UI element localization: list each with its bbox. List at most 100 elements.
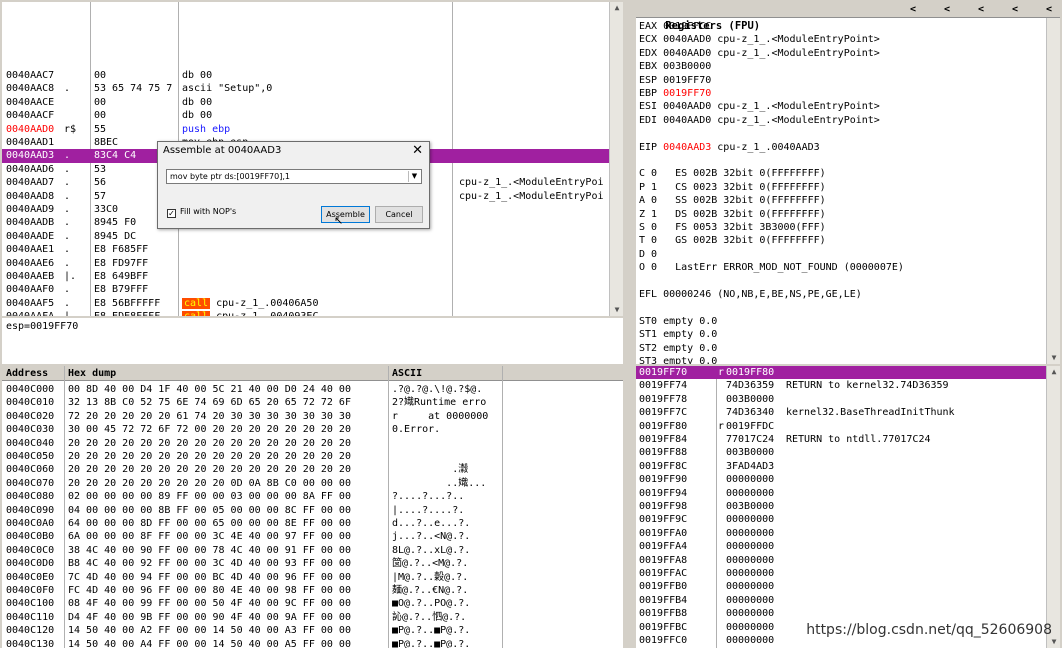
dump-row[interactable]: 0040C070 20 20 20 20 20 20 20 20 20 0D 0A… (2, 477, 623, 490)
dump-row[interactable]: 0040C110 D4 4F 40 00 9B FF 00 00 90 4F 40… (2, 611, 623, 624)
dump-row[interactable]: 0040C040 20 20 20 20 20 20 20 20 20 20 20… (2, 437, 623, 450)
disasm-row[interactable]: 0040AAE1. E8 F685FF (2, 243, 623, 256)
register-line[interactable]: O 0 LastErr ERROR_MOD_NOT_FOUND (0000007… (639, 261, 904, 274)
dump-row[interactable]: 0040C0B0 6A 00 00 00 8F FF 00 00 3C 4E 40… (2, 530, 623, 543)
dump-row[interactable]: 0040C030 30 00 45 72 72 6F 72 00 20 20 20… (2, 423, 623, 436)
disasm-row[interactable]: 0040AADE. 8945 DC (2, 230, 623, 243)
register-line[interactable]: EFL 00000246 (NO,NB,E,BE,NS,PE,GE,LE) (639, 288, 862, 301)
stack-scrollbar[interactable]: ▲ ▼ (1046, 366, 1060, 648)
disasm-flag: . (64, 284, 71, 296)
register-line[interactable]: S 0 FS 0053 32bit 3B3000(FFF) (639, 221, 826, 234)
dump-row[interactable]: 0040C0E0 7C 4D 40 00 94 FF 00 00 BC 4D 40… (2, 571, 623, 584)
register-line[interactable]: EDI 0040AAD0 cpu-z_1_.<ModuleEntryPoint> (639, 114, 880, 127)
dump-row[interactable]: 0040C060 20 20 20 20 20 20 20 20 20 20 20… (2, 463, 623, 476)
disasm-row[interactable]: 0040AAEB |. E8 649BFF (2, 270, 623, 283)
nav-left-icon[interactable]: < (940, 2, 954, 18)
dump-row[interactable]: 0040C0C0 38 4C 40 00 90 FF 00 00 78 4C 40… (2, 544, 623, 557)
hex-column-header[interactable]: Hex dump (68, 366, 116, 381)
scroll-up-icon[interactable]: ▲ (1047, 366, 1060, 378)
register-line[interactable]: ST1 empty 0.0 (639, 328, 717, 341)
register-line[interactable]: P 1 CS 0023 32bit 0(FFFFFFFF) (639, 181, 826, 194)
assemble-input-value[interactable]: mov byte ptr ds:[0019FF70],1 (170, 172, 290, 181)
nav-left-icon[interactable]: < (906, 2, 920, 18)
nav-left-icon[interactable]: < (1042, 2, 1056, 18)
register-line[interactable]: EAX 0019FFCC (639, 20, 711, 33)
stack-row[interactable]: 0019FF98 003B0000 (636, 500, 1060, 513)
stack-row[interactable]: 0019FF7C 74D36340 kernel32.BaseThreadInitT… (636, 406, 1060, 419)
dump-row[interactable]: 0040C080 02 00 00 00 00 89 FF 00 00 03 00… (2, 490, 623, 503)
register-line[interactable]: EIP 0040AAD3 cpu-z_1_.0040AAD3 (639, 141, 820, 154)
register-line[interactable]: Z 1 DS 002B 32bit 0(FFFFFFFF) (639, 208, 826, 221)
register-line[interactable]: ECX 0040AAD0 cpu-z_1_.<ModuleEntryPoint> (639, 33, 880, 46)
address-column-header[interactable]: Address (6, 366, 48, 381)
dump-row[interactable]: 0040C050 20 20 20 20 20 20 20 20 20 20 20… (2, 450, 623, 463)
registers-pane[interactable]: Registers (FPU) < < < < < EAX 0019FFCC ECX 00… (636, 2, 1060, 364)
stack-row[interactable]: 0019FF9C 00000000 (636, 513, 1060, 526)
dump-row[interactable]: 0040C0A0 64 00 00 00 8D FF 00 00 65 00 00… (2, 517, 623, 530)
stack-row[interactable]: 0019FF74 74D36359 RETURN to kernel32.74D36… (636, 379, 1060, 392)
stack-row[interactable]: 0019FFB4 00000000 (636, 594, 1060, 607)
stack-row[interactable]: 0019FF90 00000000 (636, 473, 1060, 486)
dump-row[interactable]: 0040C130 14 50 40 00 A4 FF 00 00 14 50 40… (2, 638, 623, 648)
nav-left-icon[interactable]: < (1008, 2, 1022, 18)
disasm-row[interactable]: 0040AAC8. 53 65 74 75 7 ascii "Setup",0 (2, 82, 623, 95)
disasm-row[interactable]: 0040AAFA |. E8 EDE8FFFF call cpu-z_1_.00409… (2, 310, 623, 316)
dump-row[interactable]: 0040C100 08 4F 40 00 99 FF 00 00 50 4F 40… (2, 597, 623, 610)
register-line[interactable]: EBP 0019FF70 (639, 87, 711, 100)
register-line[interactable]: EDX 0040AAD0 cpu-z_1_.<ModuleEntryPoint> (639, 47, 880, 60)
stack-pane[interactable]: 0019FF70 r 0019FF80 0019FF74 74D36359 RETURN … (636, 366, 1060, 648)
stack-row[interactable]: 0019FF94 00000000 (636, 487, 1060, 500)
dump-row[interactable]: 0040C000 00 8D 40 00 D4 1F 40 00 5C 21 40… (2, 383, 623, 396)
assemble-button[interactable]: Assemble (321, 206, 370, 223)
dump-row[interactable]: 0040C0F0 FC 4D 40 00 96 FF 00 00 80 4E 40… (2, 584, 623, 597)
register-line[interactable]: ST0 empty 0.0 (639, 315, 717, 328)
register-line[interactable]: A 0 SS 002B 32bit 0(FFFFFFFF) (639, 194, 826, 207)
dump-row[interactable]: 0040C010 32 13 8B C0 52 75 6E 74 69 6D 65… (2, 396, 623, 409)
disasm-row[interactable]: 0040AAC7 00 db 00 (2, 69, 623, 82)
disasm-row[interactable]: 0040AAD0 r$ 55 push ebp (2, 123, 623, 136)
nav-left-icon[interactable]: < (974, 2, 988, 18)
cancel-button[interactable]: Cancel (375, 206, 423, 223)
register-line[interactable]: T 0 GS 002B 32bit 0(FFFFFFFF) (639, 234, 826, 247)
scroll-up-icon[interactable]: ▲ (610, 2, 623, 14)
stack-row[interactable]: 0019FFA4 00000000 (636, 540, 1060, 553)
assemble-dialog[interactable]: Assemble at 0040AAD3 ✕ mov byte ptr ds:[… (157, 141, 430, 229)
disasm-row[interactable]: 0040AAE6. E8 FD97FF (2, 257, 623, 270)
stack-row[interactable]: 0019FF80 r 0019FFDC (636, 420, 1060, 433)
ascii-column-header[interactable]: ASCII (392, 366, 422, 381)
register-line[interactable]: ESP 0019FF70 (639, 74, 711, 87)
cpu-scrollbar[interactable]: ▲ ▼ (609, 2, 623, 316)
stack-row[interactable]: 0019FF78 003B0000 (636, 393, 1060, 406)
stack-row[interactable]: 0019FFA8 00000000 (636, 554, 1060, 567)
assemble-input[interactable]: mov byte ptr ds:[0019FF70],1 ▼ (166, 169, 422, 184)
chevron-down-icon[interactable]: ▼ (408, 171, 420, 182)
disasm-row[interactable]: 0040AACF 00 db 00 (2, 109, 623, 122)
hex-dump-pane[interactable]: Address Hex dump ASCII 0040C000 00 8D 40 … (2, 366, 623, 648)
register-line[interactable]: C 0 ES 002B 32bit 0(FFFFFFFF) (639, 167, 826, 180)
stack-row[interactable]: 0019FFA0 00000000 (636, 527, 1060, 540)
scroll-down-icon[interactable]: ▼ (1047, 352, 1060, 364)
register-line[interactable]: ST3 empty 0.0 (639, 355, 717, 364)
registers-scrollbar[interactable]: ▼ (1046, 18, 1060, 364)
register-line[interactable]: ST2 empty 0.0 (639, 342, 717, 355)
stack-row[interactable]: 0019FF84 77017C24 RETURN to ntdll.77017C24 (636, 433, 1060, 446)
dump-row[interactable]: 0040C120 14 50 40 00 A2 FF 00 00 14 50 40… (2, 624, 623, 637)
dump-row[interactable]: 0040C0D0 B8 4C 40 00 92 FF 00 00 3C 4D 40… (2, 557, 623, 570)
fill-nops-checkbox[interactable]: ✓ (167, 209, 176, 218)
dump-row[interactable]: 0040C090 04 00 00 00 00 8B FF 00 05 00 00… (2, 504, 623, 517)
stack-row[interactable]: 0019FFB8 00000000 (636, 607, 1060, 620)
disasm-row[interactable]: 0040AAF5. E8 56BFFFFF call cpu-z_1_.00406A… (2, 297, 623, 310)
scroll-down-icon[interactable]: ▼ (610, 304, 623, 316)
register-line[interactable]: D 0 (639, 248, 657, 261)
stack-row[interactable]: 0019FF8C 3FAD4AD3 (636, 460, 1060, 473)
dump-row[interactable]: 0040C020 72 20 20 20 20 20 61 74 20 30 30… (2, 410, 623, 423)
register-line[interactable]: EBX 003B0000 (639, 60, 711, 73)
disasm-row[interactable]: 0040AACE 00 db 00 (2, 96, 623, 109)
disasm-row[interactable]: 0040AAF0. E8 B79FFF (2, 283, 623, 296)
stack-row[interactable]: 0019FFAC 00000000 (636, 567, 1060, 580)
stack-row[interactable]: 0019FFB0 00000000 (636, 580, 1060, 593)
stack-row[interactable]: 0019FF88 003B0000 (636, 446, 1060, 459)
register-line[interactable]: ESI 0040AAD0 cpu-z_1_.<ModuleEntryPoint> (639, 100, 880, 113)
stack-row[interactable]: 0019FF70 r 0019FF80 (636, 366, 1060, 380)
close-icon[interactable]: ✕ (412, 143, 423, 159)
